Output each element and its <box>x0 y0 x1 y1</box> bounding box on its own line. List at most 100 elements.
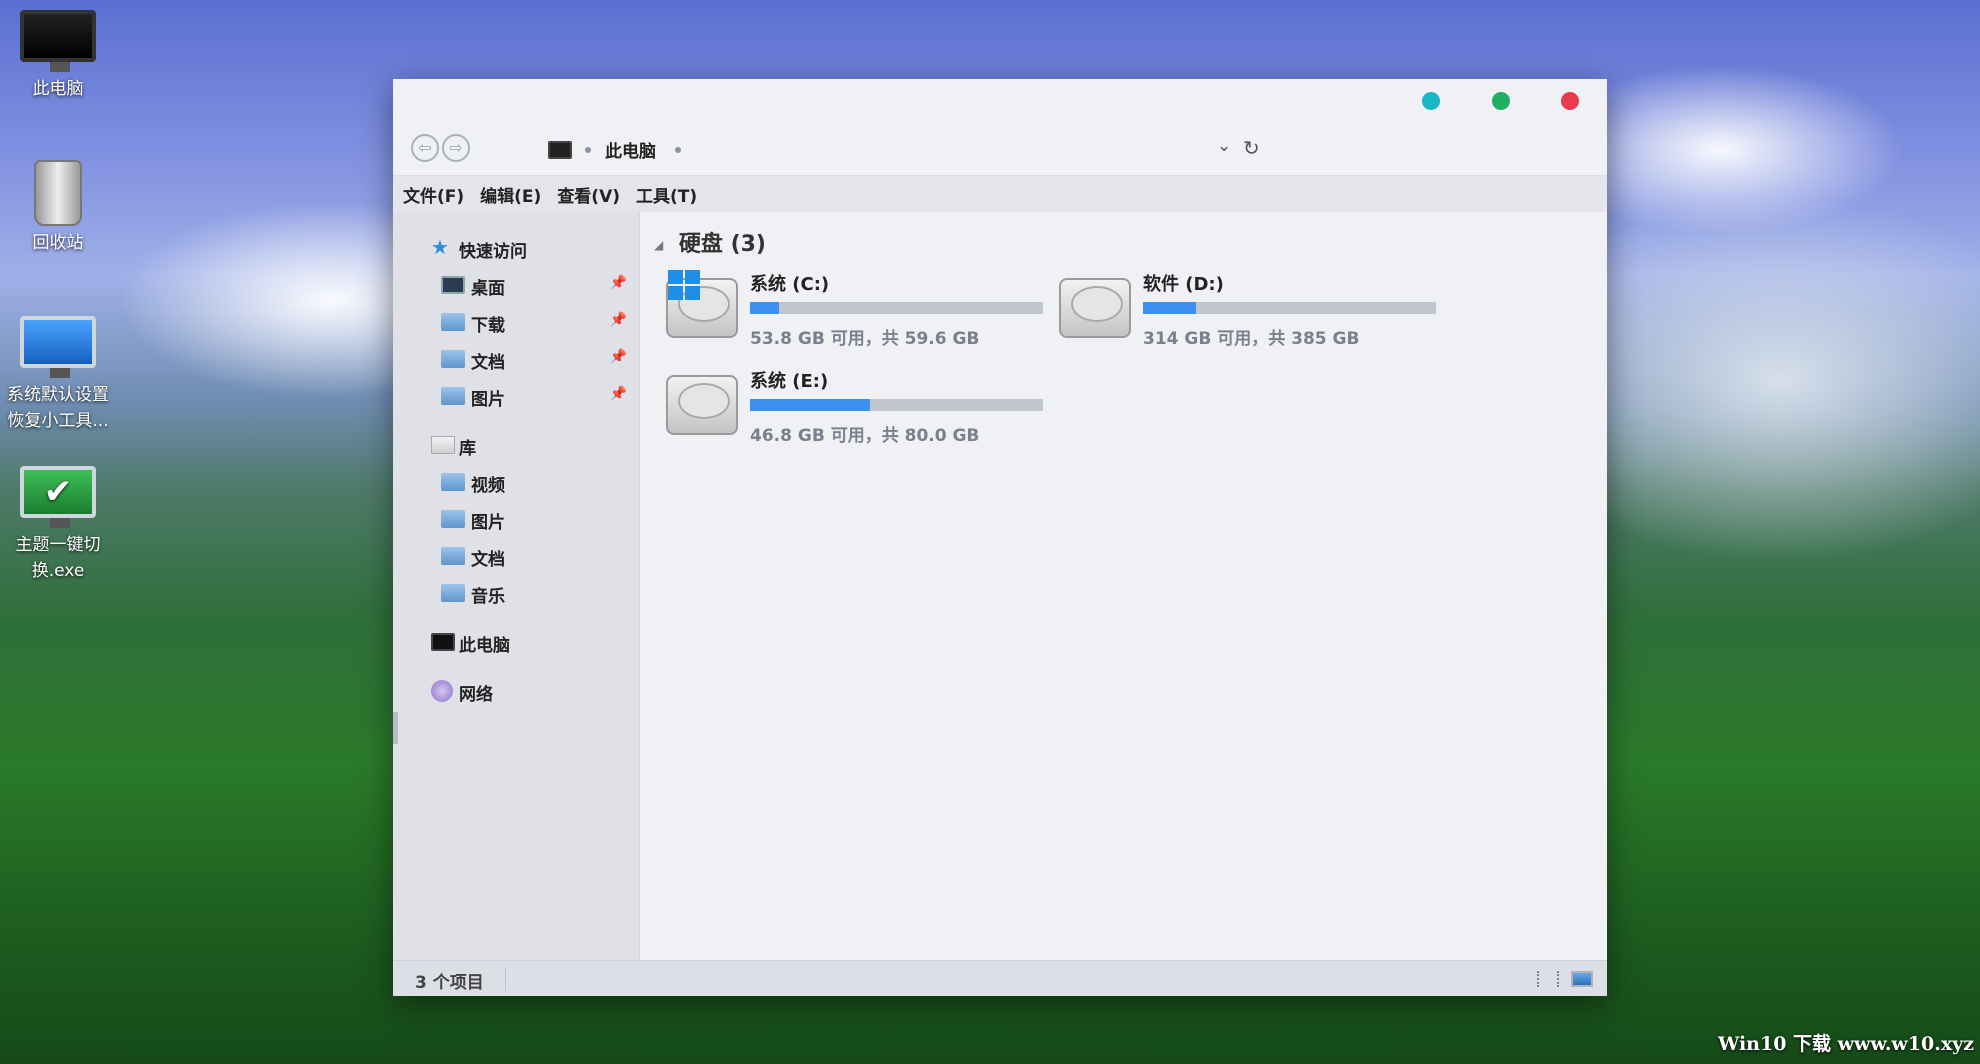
hard-drive-icon <box>1059 278 1131 338</box>
pin-icon[interactable]: 📌 <box>610 275 627 291</box>
sidebar-item-documents[interactable]: 文档 📌 <box>393 341 639 378</box>
collapse-triangle-icon: ◢ <box>654 238 664 252</box>
breadcrumb-separator <box>675 147 681 153</box>
sidebar-item-label: 此电脑 <box>459 636 510 656</box>
sidebar-item-label: 桌面 <box>471 279 505 299</box>
folder-icon <box>441 547 465 565</box>
desktop-icon <box>441 276 465 294</box>
address-bar: ⇦ ⇨ 此电脑 ⌄ ↻ <box>393 124 1607 176</box>
drive-space-info: 314 GB 可用，共 385 GB <box>1143 329 1360 349</box>
menu-edit[interactable]: 编辑(E) <box>480 182 541 207</box>
sidebar-item-this-pc[interactable]: 此电脑 <box>393 624 639 661</box>
desktop-icon-label: 主题一键切换.exe <box>15 535 101 581</box>
drive-item[interactable]: 系统 (C:) 53.8 GB 可用，共 59.6 GB <box>666 270 1046 356</box>
network-icon <box>431 680 453 702</box>
group-title: 硬盘 (3) <box>678 232 766 257</box>
folder-icon <box>441 584 465 602</box>
sidebar-item-label: 文档 <box>471 353 505 373</box>
breadcrumb-location[interactable]: 此电脑 <box>605 137 656 162</box>
folder-icon <box>441 510 465 528</box>
file-explorer-window: ⇦ ⇨ 此电脑 ⌄ ↻ 文件(F) 编辑(E) 查看(V) 工具(T) ★ 快速… <box>393 79 1607 996</box>
library-icon <box>431 436 455 454</box>
refresh-icon[interactable]: ↻ <box>1243 136 1260 160</box>
monitor-icon <box>20 316 96 378</box>
sidebar-item-quick-access[interactable]: ★ 快速访问 <box>393 230 639 267</box>
status-bar: 3 个项目 <box>393 960 1607 996</box>
content-pane: ◢ 硬盘 (3) 系统 (C:) 53.8 GB 可用，共 59.6 GB 软件… <box>640 212 1607 960</box>
window-body: ★ 快速访问 桌面 📌 下载 📌 文档 📌 图片 📌 库 视频 图片 文档 音乐… <box>393 212 1607 960</box>
forward-button[interactable]: ⇨ <box>442 134 470 162</box>
drive-usage-fill <box>1143 302 1196 314</box>
sidebar-item-label: 视频 <box>471 476 505 496</box>
computer-icon <box>548 141 572 159</box>
chevron-down-icon[interactable]: ⌄ <box>1217 136 1231 156</box>
drive-space-info: 53.8 GB 可用，共 59.6 GB <box>750 329 980 349</box>
group-header[interactable]: ◢ 硬盘 (3) <box>654 226 766 258</box>
sidebar-item-label: 文档 <box>471 550 505 570</box>
desktop-icon-recycle-bin[interactable]: 回收站 <box>0 160 116 256</box>
sidebar-item-label: 图片 <box>471 390 505 410</box>
sidebar-item-videos[interactable]: 视频 <box>393 464 639 501</box>
computer-icon <box>20 10 96 72</box>
drive-usage-fill <box>750 399 871 411</box>
recycle-bin-icon <box>34 160 82 226</box>
sidebar-item-library-documents[interactable]: 文档 <box>393 538 639 575</box>
star-icon: ★ <box>431 235 449 259</box>
menu-file[interactable]: 文件(F) <box>403 182 464 207</box>
watermark-text: Win10 下载 www.w10.xyz <box>1717 1033 1974 1055</box>
pin-icon[interactable]: 📌 <box>610 386 627 402</box>
drive-usage-fill <box>750 302 780 314</box>
status-divider <box>505 967 506 991</box>
hard-drive-icon <box>666 375 738 435</box>
sidebar-item-label: 快速访问 <box>459 242 527 262</box>
sidebar-item-label: 网络 <box>459 685 493 705</box>
pin-icon[interactable]: 📌 <box>610 349 627 365</box>
computer-icon <box>431 633 455 651</box>
back-button[interactable]: ⇦ <box>411 134 439 162</box>
desktop-icon-label: 此电脑 <box>32 79 84 99</box>
desktop-icon-theme-switch[interactable]: ✔ 主题一键切换.exe <box>0 466 116 584</box>
pin-icon[interactable]: 📌 <box>610 312 627 328</box>
item-count: 3 个项目 <box>415 973 484 993</box>
drive-name: 系统 (C:) <box>750 274 830 295</box>
folder-icon <box>441 387 465 405</box>
sidebar-item-pictures[interactable]: 图片 📌 <box>393 378 639 415</box>
sidebar-item-downloads[interactable]: 下载 📌 <box>393 304 639 341</box>
drive-space-info: 46.8 GB 可用，共 80.0 GB <box>750 426 980 446</box>
sidebar-item-label: 库 <box>459 439 476 459</box>
sidebar-item-network[interactable]: 网络 <box>393 673 639 710</box>
folder-icon <box>441 473 465 491</box>
sidebar-item-library-pictures[interactable]: 图片 <box>393 501 639 538</box>
drive-name: 系统 (E:) <box>750 371 829 392</box>
desktop-icon-label: 系统默认设置恢复小工具... <box>7 385 109 431</box>
maximize-button[interactable] <box>1492 92 1510 110</box>
sidebar-item-label: 图片 <box>471 513 505 533</box>
menu-view[interactable]: 查看(V) <box>557 182 620 207</box>
sidebar-item-label: 音乐 <box>471 587 505 607</box>
sidebar-item-desktop[interactable]: 桌面 📌 <box>393 267 639 304</box>
large-icons-view-icon[interactable] <box>1571 971 1593 987</box>
close-button[interactable] <box>1561 92 1579 110</box>
navigation-pane: ★ 快速访问 桌面 📌 下载 📌 文档 📌 图片 📌 库 视频 图片 文档 音乐… <box>393 212 640 960</box>
desktop-icon-restore-tool[interactable]: 系统默认设置恢复小工具... <box>0 316 116 434</box>
breadcrumb-separator <box>585 147 591 153</box>
title-bar <box>393 79 1607 124</box>
drive-name: 软件 (D:) <box>1143 274 1224 295</box>
drive-usage-bar <box>1143 302 1436 314</box>
sidebar-item-label: 下载 <box>471 316 505 336</box>
drive-usage-bar <box>750 302 1043 314</box>
menu-bar: 文件(F) 编辑(E) 查看(V) 工具(T) <box>393 176 1607 212</box>
minimize-button[interactable] <box>1422 92 1440 110</box>
scroll-indicator <box>393 712 398 744</box>
sidebar-item-library[interactable]: 库 <box>393 427 639 464</box>
menu-tools[interactable]: 工具(T) <box>636 182 697 207</box>
desktop-icon-label: 回收站 <box>32 233 84 253</box>
drive-item[interactable]: 系统 (E:) 46.8 GB 可用，共 80.0 GB <box>666 367 1046 453</box>
drive-usage-bar <box>750 399 1043 411</box>
desktop-icon-this-pc[interactable]: 此电脑 <box>0 10 116 102</box>
sidebar-item-music[interactable]: 音乐 <box>393 575 639 612</box>
folder-icon <box>441 313 465 331</box>
drive-item[interactable]: 软件 (D:) 314 GB 可用，共 385 GB <box>1059 270 1439 356</box>
windows-logo-icon <box>668 270 700 300</box>
details-view-icon[interactable] <box>1537 971 1559 987</box>
